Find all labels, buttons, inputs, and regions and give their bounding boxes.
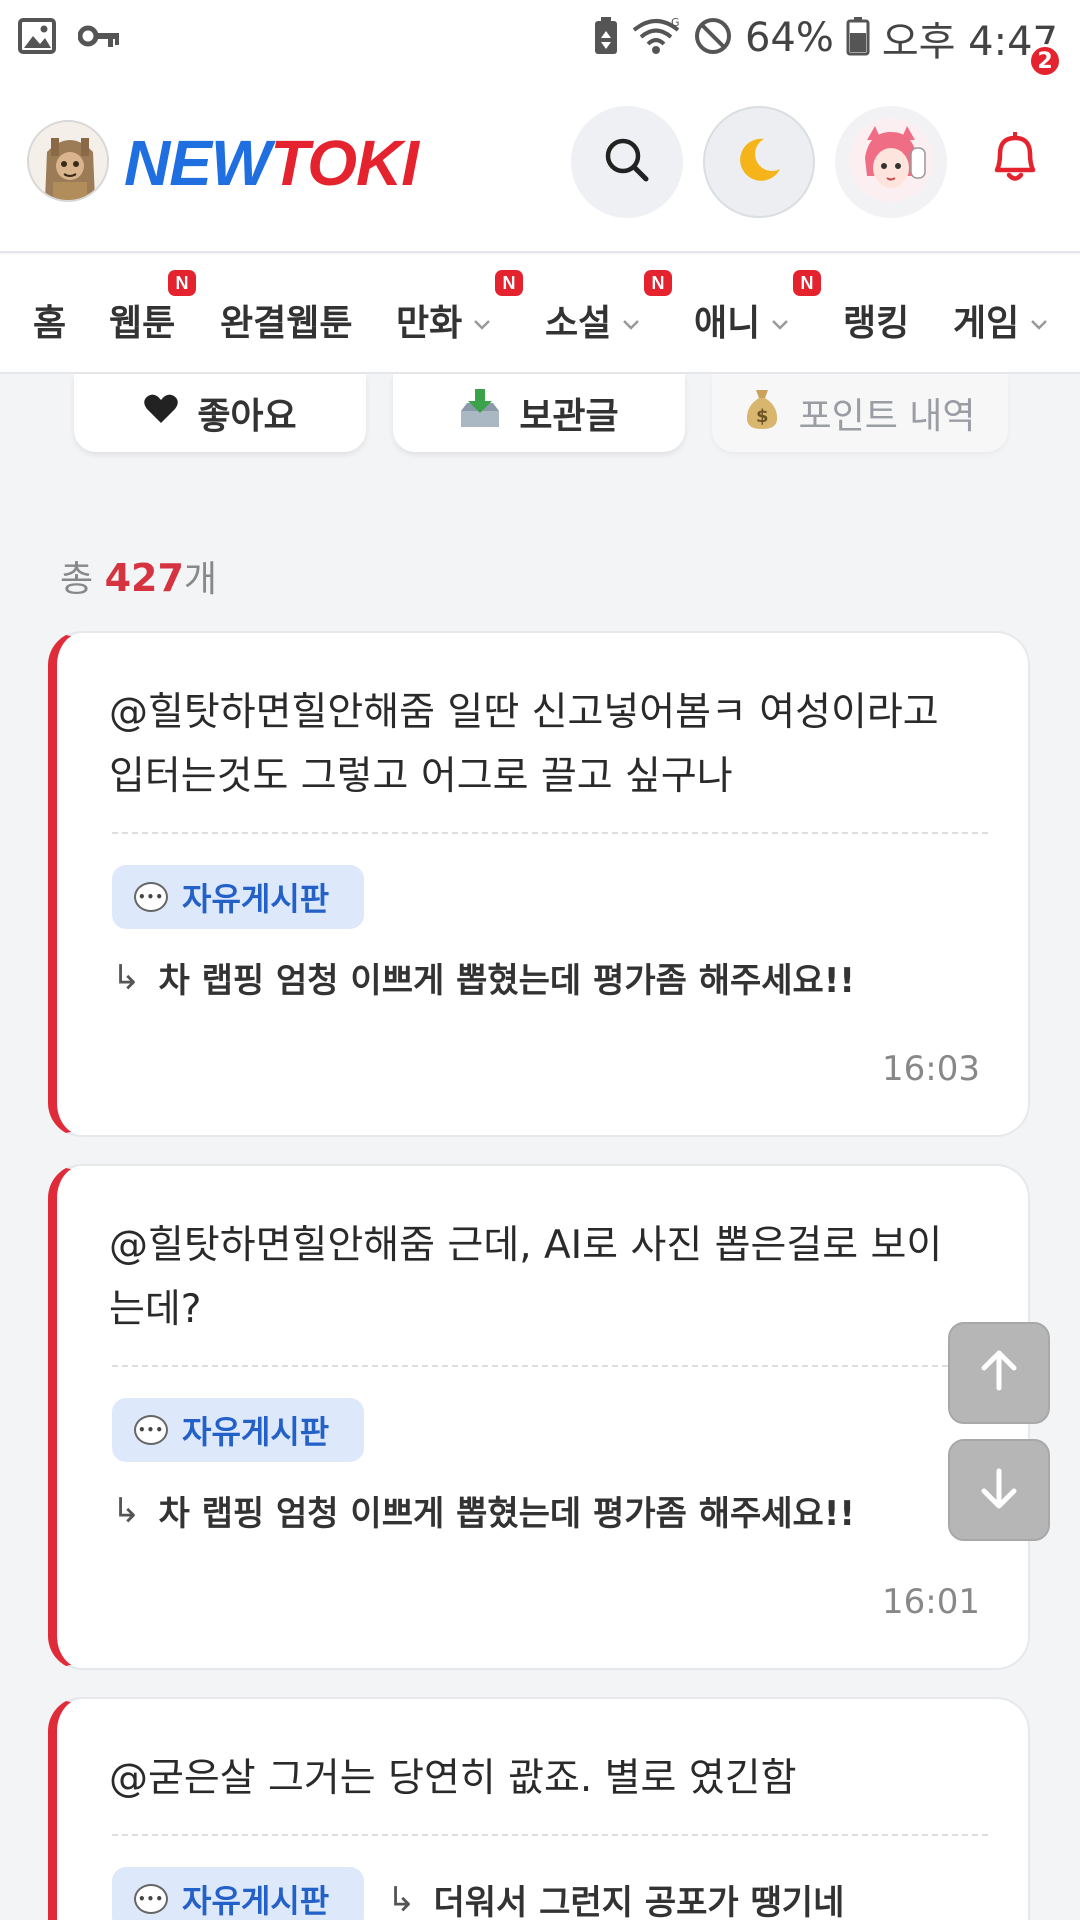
battery-saver-icon bbox=[593, 16, 619, 60]
board-tag-label: 자유게시판 bbox=[182, 1413, 330, 1451]
total-number: 427 bbox=[104, 556, 184, 600]
battery-icon bbox=[846, 16, 870, 60]
notification-count-badge: 2 bbox=[1028, 44, 1062, 78]
comment-card[interactable]: @굳은살 그거는 당연히 괎죠. 별로 였긴함 ••• 자유게시판 ↳ 더워서 … bbox=[48, 1697, 1030, 1920]
comment-card[interactable]: @힐탓하면힐안해줌 근데, AI로 사진 뽑은걸로 보이는데? ••• 자유게시… bbox=[48, 1164, 1030, 1670]
image-icon bbox=[18, 18, 56, 58]
chevron-down-icon bbox=[1029, 300, 1049, 341]
board-tag-label: 자유게시판 bbox=[182, 1882, 330, 1920]
wifi-icon: G bbox=[631, 16, 681, 60]
nav-webtoon-new-badge: N bbox=[168, 270, 196, 296]
post-title: 차 랩핑 엄청 이쁘게 뽑혔는데 평가좀 해주세요!! bbox=[158, 961, 855, 1001]
bell-icon bbox=[985, 132, 1045, 190]
arrow-up-icon bbox=[976, 1348, 1022, 1398]
reply-arrow-icon: ↳ bbox=[387, 1879, 416, 1920]
reply-arrow-icon: ↳ bbox=[112, 1490, 141, 1531]
status-bar: G 64% 오후 4:47 bbox=[0, 0, 1080, 76]
likes-label: 좋아요 bbox=[197, 396, 297, 437]
divider bbox=[112, 832, 988, 834]
avatar-icon bbox=[849, 118, 933, 206]
battery-percent: 64% bbox=[744, 15, 834, 61]
profile-avatar[interactable] bbox=[835, 106, 947, 218]
moon-icon bbox=[734, 135, 784, 189]
nav-manga-label: 만화 bbox=[396, 303, 463, 344]
search-button[interactable] bbox=[571, 106, 683, 218]
site-header: NEWTOKI bbox=[0, 76, 1080, 253]
board-tag[interactable]: ••• 자유게시판 bbox=[112, 1398, 364, 1462]
chevron-down-icon bbox=[621, 300, 641, 341]
key-icon bbox=[77, 21, 122, 55]
nav-novel-new-badge: N bbox=[644, 270, 672, 296]
comment-time: 16:03 bbox=[882, 1049, 980, 1089]
category-nav: 홈 웹툰 N 완결웹툰 만화 N 소설 N 애니 N 랭킹 게임 bbox=[0, 254, 1080, 374]
comment-text: @힐탓하면힐안해줌 근데, AI로 사진 뽑은걸로 보이는데? bbox=[109, 1223, 943, 1332]
speech-bubble-icon: ••• bbox=[134, 882, 168, 912]
total-count: 총 427개 bbox=[60, 550, 217, 602]
scroll-bottom-button[interactable] bbox=[948, 1439, 1050, 1541]
total-suffix: 개 bbox=[183, 559, 218, 600]
board-tag-label: 자유게시판 bbox=[182, 880, 330, 918]
nav-completed-webtoon-label: 완결웹툰 bbox=[220, 303, 353, 344]
search-icon bbox=[602, 135, 652, 189]
money-bag-icon: $ bbox=[744, 388, 780, 439]
nav-webtoon[interactable]: 웹툰 bbox=[109, 294, 175, 346]
speech-bubble-icon: ••• bbox=[134, 1884, 168, 1914]
svg-text:G: G bbox=[671, 16, 680, 29]
saved-posts-label: 보관글 bbox=[519, 396, 619, 437]
speech-bubble-icon: ••• bbox=[134, 1415, 168, 1445]
post-reference-link[interactable]: ↳ 차 랩핑 엄청 이쁘게 뽑혔는데 평가좀 해주세요!! bbox=[112, 1486, 855, 1535]
logo-toki-text: TOKI bbox=[270, 127, 419, 199]
likes-button[interactable]: 좋아요 bbox=[74, 374, 366, 452]
nav-ranking-label: 랭킹 bbox=[843, 303, 910, 344]
reply-arrow-icon: ↳ bbox=[112, 957, 141, 998]
chevron-down-icon bbox=[472, 300, 492, 341]
site-logo[interactable]: NEWTOKI bbox=[124, 127, 419, 199]
comment-time: 16:01 bbox=[882, 1582, 980, 1622]
points-history-label: 포인트 내역 bbox=[798, 396, 976, 437]
nav-novel[interactable]: 소설 bbox=[545, 294, 641, 346]
nav-anime[interactable]: 애니 bbox=[694, 294, 790, 346]
inbox-download-icon bbox=[459, 388, 501, 438]
logo-new-text: NEW bbox=[124, 127, 271, 199]
post-title: 더워서 그런지 공포가 땡기네 bbox=[433, 1883, 845, 1920]
nav-manga[interactable]: 만화 bbox=[396, 294, 492, 346]
notification-button[interactable] bbox=[985, 126, 1055, 196]
nav-novel-label: 소설 bbox=[545, 303, 612, 344]
svg-text:$: $ bbox=[756, 406, 769, 427]
nav-ranking[interactable]: 랭킹 bbox=[843, 294, 909, 346]
nav-webtoon-label: 웹툰 bbox=[109, 303, 176, 344]
post-reference-link[interactable]: ↳ 더워서 그런지 공포가 땡기네 bbox=[387, 1875, 844, 1920]
logo-mascot-icon[interactable] bbox=[27, 120, 109, 202]
nav-anime-label: 애니 bbox=[694, 303, 761, 344]
points-history-button[interactable]: $ 포인트 내역 bbox=[712, 374, 1008, 452]
comment-text: @힐탓하면힐안해줌 일딴 신고넣어봄ㅋ 여성이라고 입터는것도 그렇고 어그로 … bbox=[109, 690, 939, 799]
board-tag[interactable]: ••• 자유게시판 bbox=[112, 865, 364, 929]
board-tag[interactable]: ••• 자유게시판 bbox=[112, 1867, 364, 1920]
comment-card[interactable]: @힐탓하면힐안해줌 일딴 신고넣어봄ㅋ 여성이라고 입터는것도 그렇고 어그로 … bbox=[48, 631, 1030, 1137]
total-prefix: 총 bbox=[60, 559, 94, 600]
post-reference-link[interactable]: ↳ 차 랩핑 엄청 이쁘게 뽑혔는데 평가좀 해주세요!! bbox=[112, 953, 855, 1002]
nav-manga-new-badge: N bbox=[495, 270, 523, 296]
scroll-top-button[interactable] bbox=[948, 1322, 1050, 1424]
arrow-down-icon bbox=[976, 1465, 1022, 1515]
nav-game-label: 게임 bbox=[953, 303, 1020, 344]
nav-home-label: 홈 bbox=[33, 303, 67, 344]
nav-anime-new-badge: N bbox=[793, 270, 821, 296]
divider bbox=[112, 1365, 988, 1367]
nav-game[interactable]: 게임 bbox=[953, 294, 1049, 346]
heart-icon bbox=[143, 393, 179, 434]
comment-text: @굳은살 그거는 당연히 괎죠. 별로 였긴함 bbox=[109, 1756, 797, 1801]
saved-posts-button[interactable]: 보관글 bbox=[393, 374, 685, 452]
nav-completed-webtoon[interactable]: 완결웹툰 bbox=[220, 294, 352, 346]
nav-home[interactable]: 홈 bbox=[33, 294, 66, 346]
dnd-icon bbox=[693, 16, 733, 60]
divider bbox=[112, 1834, 988, 1836]
post-title: 차 랩핑 엄청 이쁘게 뽑혔는데 평가좀 해주세요!! bbox=[158, 1494, 855, 1534]
dark-mode-toggle[interactable] bbox=[703, 106, 815, 218]
chevron-down-icon bbox=[770, 300, 790, 341]
